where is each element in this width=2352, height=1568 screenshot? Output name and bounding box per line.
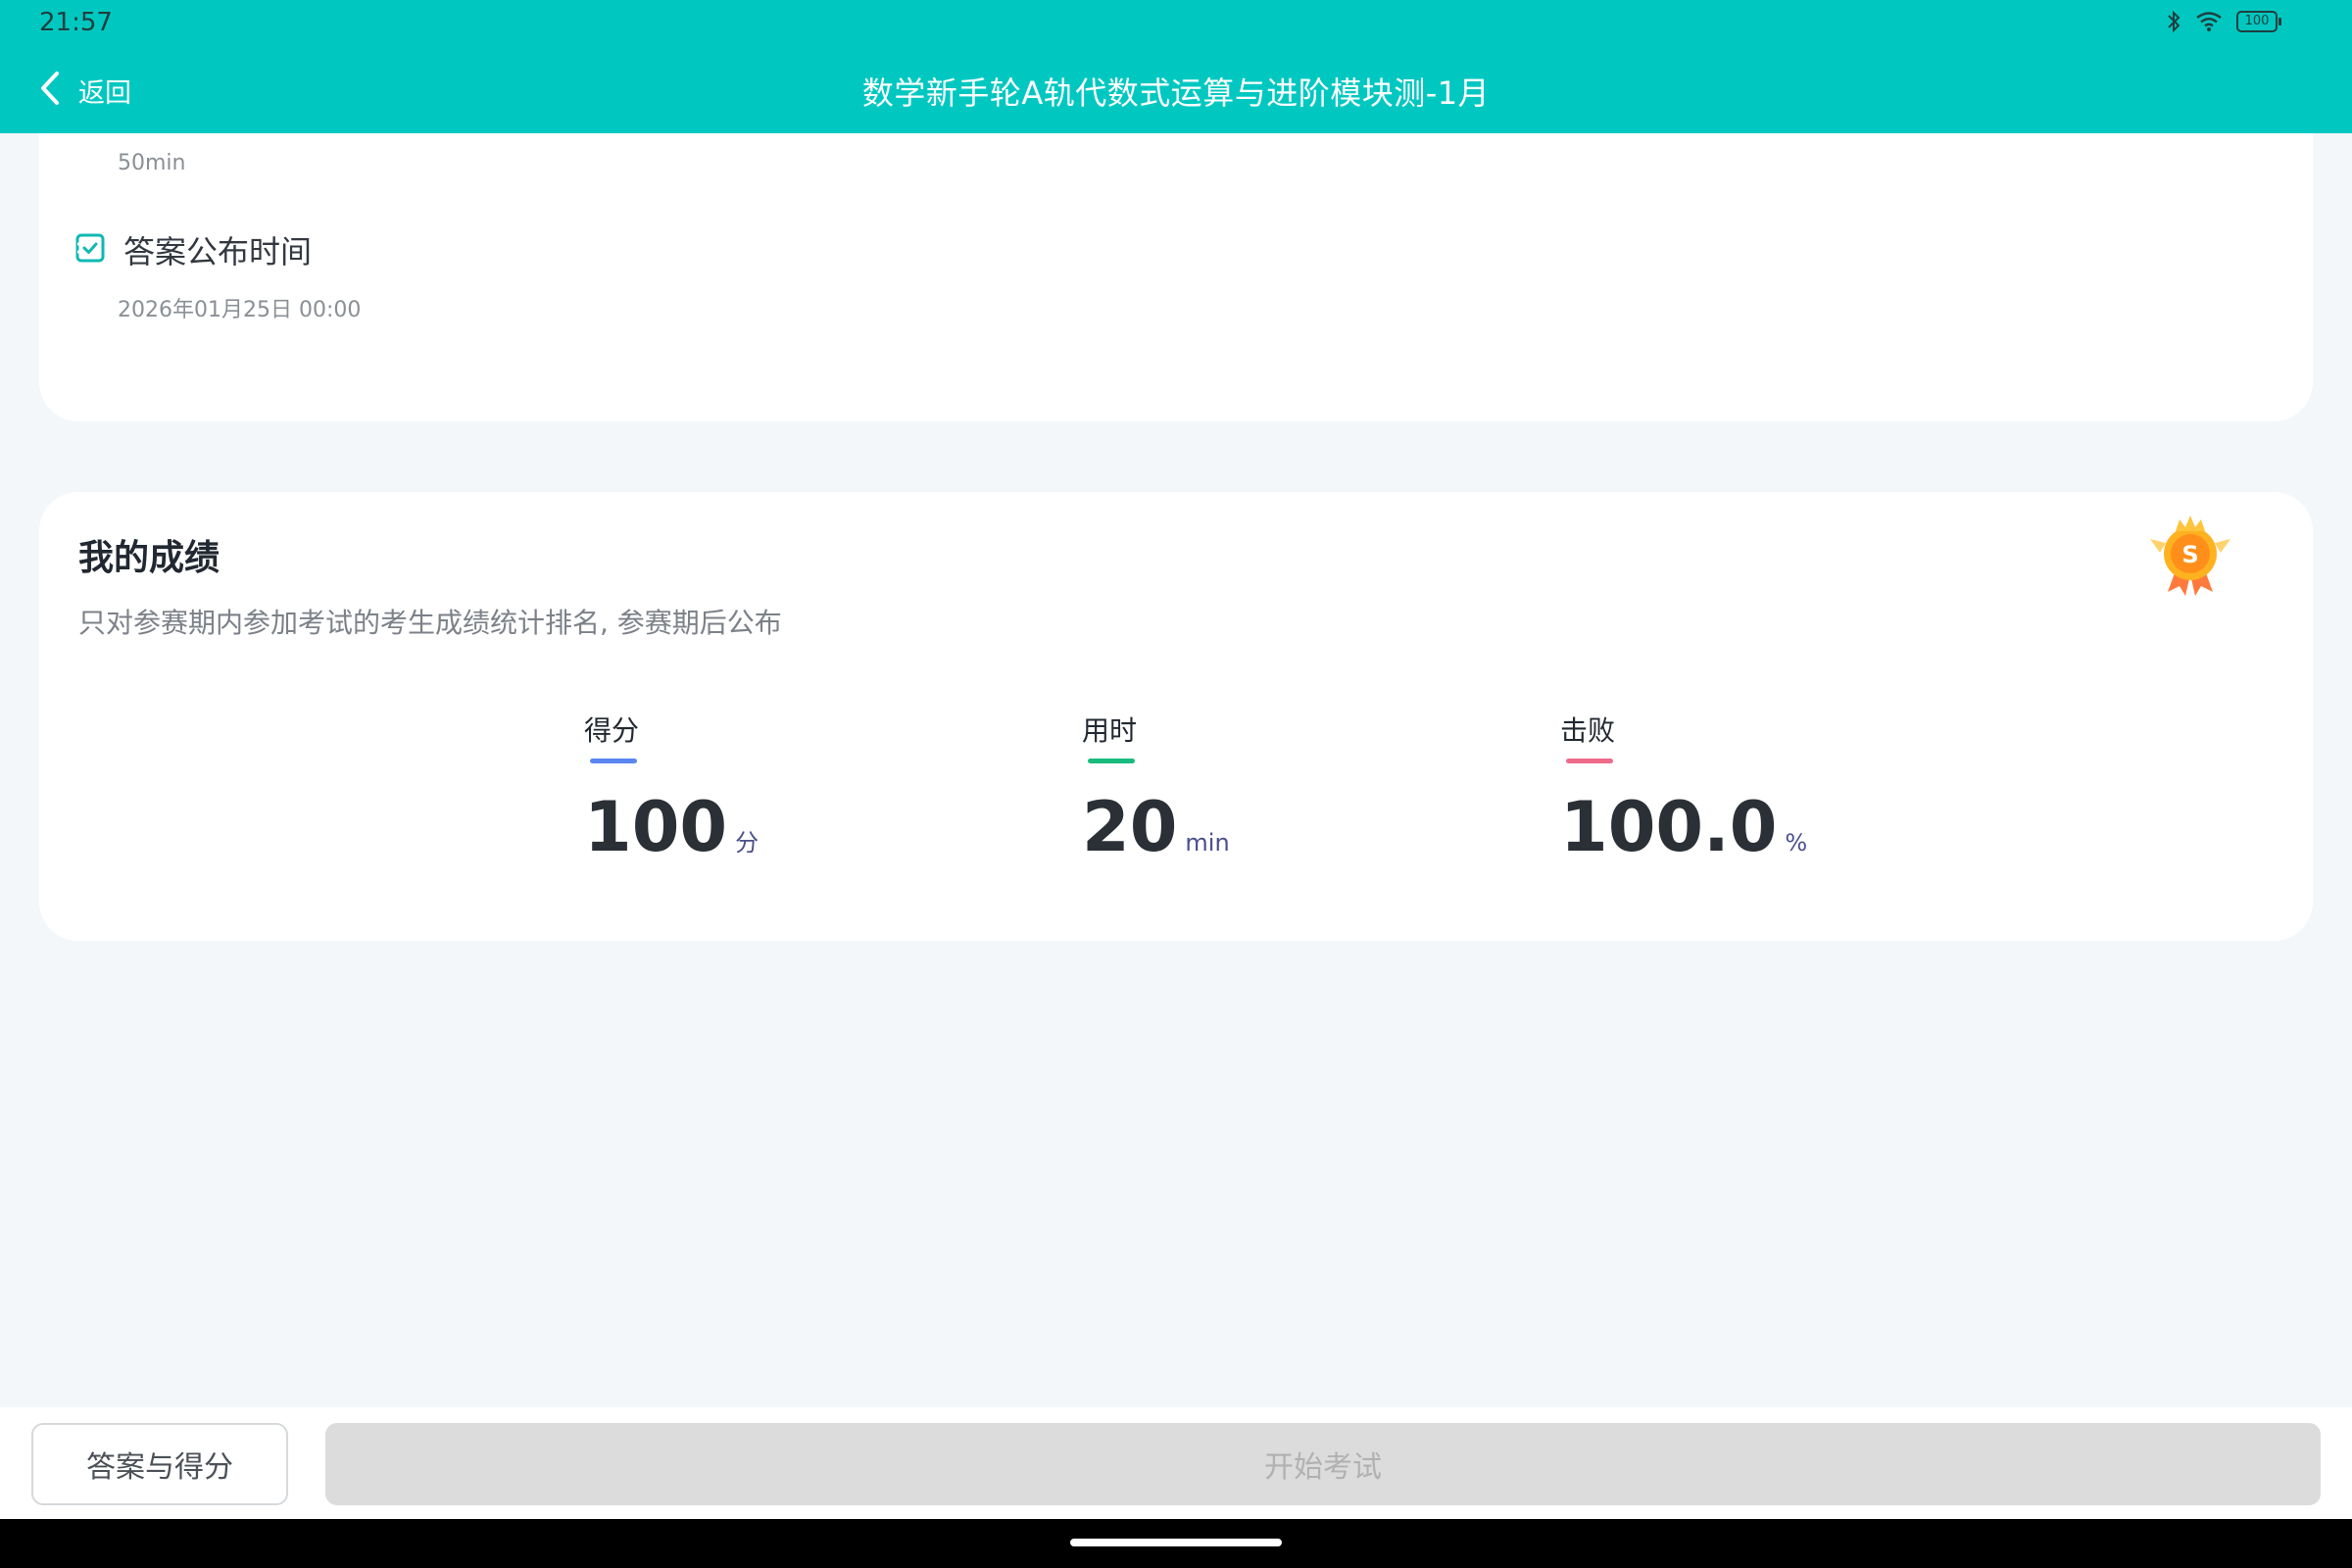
bottom-action-bar: 答案与得分 开始考试 <box>0 1407 2352 1519</box>
wifi-icon <box>2195 11 2223 32</box>
medal-icon: S <box>2146 510 2234 598</box>
metric-score-value: 100 <box>584 787 728 867</box>
metric-score-unit: 分 <box>735 829 760 857</box>
metric-time-unit: min <box>1185 829 1230 857</box>
status-bar: 21:57 100 <box>0 0 2352 47</box>
exam-duration: 50min <box>118 151 186 175</box>
metric-beat-label: 击败 <box>1560 714 1616 747</box>
medal-letter: S <box>2181 541 2198 568</box>
bluetooth-icon <box>2166 10 2181 33</box>
publish-time-row: 答案公布时间 <box>74 227 312 272</box>
score-card-title: 我的成绩 <box>78 538 220 578</box>
metric-beat-unit: % <box>1785 829 1808 857</box>
answers-and-score-button[interactable]: 答案与得分 <box>31 1423 288 1505</box>
status-time: 21:57 <box>39 8 113 37</box>
start-exam-button[interactable]: 开始考试 <box>325 1423 2321 1505</box>
checklist-icon <box>74 232 106 268</box>
metric-score-underline <box>590 759 637 763</box>
metric-time-label: 用时 <box>1082 714 1138 747</box>
exam-info-card: 50min 答案公布时间 2026年01月25日 00:00 <box>39 133 2313 421</box>
metric-score: 得分 100 分 <box>584 710 759 861</box>
metric-beat-underline <box>1566 759 1613 763</box>
status-icons: 100 <box>2166 10 2281 33</box>
publish-time-label: 答案公布时间 <box>123 233 313 270</box>
score-card: 我的成绩 只对参赛期内参加考试的考生成绩统计排名, 参赛期后公布 S 得分 10… <box>39 492 2313 941</box>
system-navigation-bar <box>0 1519 2352 1568</box>
metric-beat: 击败 100.0 % <box>1560 710 1807 861</box>
battery-icon: 100 <box>2236 11 2281 32</box>
nav-bar: 返回 数学新手轮A轨代数式运算与进阶模块测-1月 <box>0 47 2352 133</box>
home-indicator[interactable] <box>1070 1539 1282 1546</box>
page-title: 数学新手轮A轨代数式运算与进阶模块测-1月 <box>861 74 1491 112</box>
score-card-description: 只对参赛期内参加考试的考生成绩统计排名, 参赛期后公布 <box>78 607 782 639</box>
metric-time: 用时 20 min <box>1082 710 1230 861</box>
metric-beat-value: 100.0 <box>1560 787 1778 867</box>
metric-score-label: 得分 <box>584 714 640 747</box>
publish-time-value: 2026年01月25日 00:00 <box>118 298 362 322</box>
metric-time-value: 20 <box>1082 787 1178 867</box>
metric-time-underline <box>1088 759 1135 763</box>
